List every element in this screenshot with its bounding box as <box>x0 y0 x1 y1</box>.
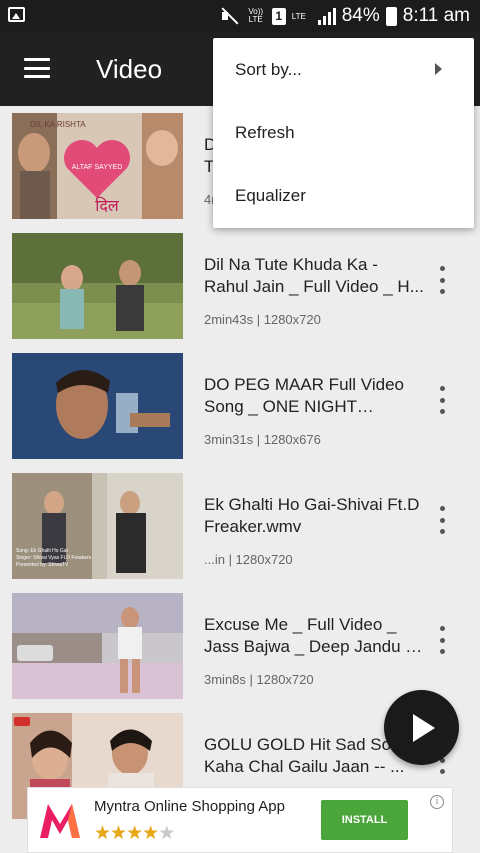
star-icon: ★ <box>110 823 127 844</box>
video-item[interactable]: Song: Ek Ghalti Ho Gai Singer: Shivai Vy… <box>0 466 480 586</box>
play-all-button[interactable] <box>384 690 459 765</box>
video-thumbnail[interactable] <box>12 233 183 339</box>
star-icon: ★ <box>158 823 175 844</box>
svg-text:Song: Ek Ghalti Ho Gai: Song: Ek Ghalti Ho Gai <box>16 548 68 554</box>
status-icons: Vo)) LTE 1 LTE 84% 8:11 am <box>220 0 470 32</box>
more-options-icon[interactable] <box>432 386 452 414</box>
video-title[interactable]: Dil Na Tute Khuda Ka - Rahul Jain _ Full… <box>204 254 426 298</box>
submenu-arrow-icon <box>435 63 442 75</box>
gallery-notification-icon <box>8 7 25 22</box>
menu-item-label: Sort by... <box>235 59 302 79</box>
more-options-icon[interactable] <box>432 266 452 294</box>
sim-icon: 1 <box>271 7 286 25</box>
menu-item-label: Refresh <box>235 122 295 142</box>
myntra-logo-icon <box>40 804 80 838</box>
overflow-menu: Sort by... Refresh Equalizer <box>213 38 474 228</box>
ad-info-icon[interactable]: i <box>430 795 444 809</box>
video-thumbnail[interactable]: Song: Ek Ghalti Ho Gai Singer: Shivai Vy… <box>12 473 183 579</box>
more-options-icon[interactable] <box>432 626 452 654</box>
menu-item-equalizer[interactable]: Equalizer <box>213 164 474 227</box>
menu-item-refresh[interactable]: Refresh <box>213 101 474 164</box>
video-meta: 3min31s | 1280x676 <box>204 432 321 447</box>
menu-item-label: Equalizer <box>235 185 306 205</box>
signal-icon <box>317 7 336 25</box>
clock: 8:11 am <box>402 5 470 26</box>
video-item[interactable]: DO PEG MAAR Full Video Song _ ONE NIGHT … <box>0 346 480 466</box>
play-icon <box>413 714 435 742</box>
install-button[interactable]: INSTALL <box>321 800 408 840</box>
ad-title: Myntra Online Shopping App <box>94 798 285 815</box>
video-item[interactable]: Excuse Me _ Full Video _ Jass Bajwa _ De… <box>0 586 480 706</box>
hamburger-icon[interactable] <box>24 58 50 78</box>
star-icon: ★ <box>142 823 159 844</box>
menu-item-sort-by[interactable]: Sort by... <box>213 38 474 101</box>
video-meta: ...in | 1280x720 <box>204 552 293 567</box>
video-thumbnail[interactable] <box>12 353 183 459</box>
lte-icon: LTE <box>291 11 306 21</box>
video-meta: 3min8s | 1280x720 <box>204 672 314 687</box>
star-icon: ★ <box>126 823 143 844</box>
volte-icon: Vo)) LTE <box>248 7 264 24</box>
svg-text:दिल: दिल <box>95 196 120 215</box>
video-meta: 2min43s | 1280x720 <box>204 312 321 327</box>
status-bar: Vo)) LTE 1 LTE 84% 8:11 am <box>0 0 480 32</box>
video-thumbnail[interactable]: DIL KA RISHTA ALTAF SAYYED दिल <box>12 113 183 219</box>
mute-icon <box>220 7 240 25</box>
more-options-icon[interactable] <box>432 506 452 534</box>
video-title[interactable]: DO PEG MAAR Full Video Song _ ONE NIGHT … <box>204 374 426 418</box>
svg-text:ALTAF SAYYED: ALTAF SAYYED <box>72 164 123 171</box>
svg-text:DIL KA RISHTA: DIL KA RISHTA <box>30 120 86 129</box>
video-title[interactable]: Excuse Me _ Full Video _ Jass Bajwa _ De… <box>204 614 426 658</box>
video-title[interactable]: Ek Ghalti Ho Gai-Shivai Ft.D Freaker.wmv <box>204 494 426 538</box>
battery-icon <box>385 6 397 26</box>
svg-text:Presented by: ShivaiTV: Presented by: ShivaiTV <box>16 562 69 568</box>
star-icon: ★ <box>94 823 111 844</box>
page-title: Video <box>96 54 163 84</box>
battery-percent: 84% <box>341 5 380 26</box>
ad-rating: ★★★★★ <box>94 822 175 845</box>
video-thumbnail[interactable] <box>12 593 183 699</box>
ad-banner[interactable]: Myntra Online Shopping App ★★★★★ INSTALL… <box>27 787 453 853</box>
svg-text:Singer: Shivai Vyas Ft.D Freak: Singer: Shivai Vyas Ft.D Freakers <box>16 555 92 561</box>
video-item[interactable]: Dil Na Tute Khuda Ka - Rahul Jain _ Full… <box>0 226 480 346</box>
